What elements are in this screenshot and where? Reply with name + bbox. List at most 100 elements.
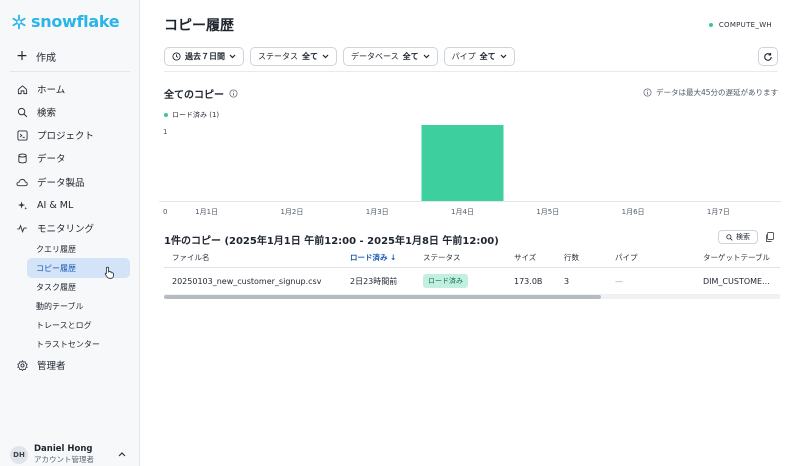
pipe-filter[interactable]: パイプ 全て — [443, 47, 515, 66]
sidebar-subitem-label: トレースとログ — [36, 320, 92, 330]
sidebar-item-data-products[interactable]: データ製品 — [16, 174, 85, 190]
filter-value: 全て — [302, 52, 318, 61]
chevron-down-icon — [229, 54, 236, 59]
filter-value: 過去７日間 — [185, 52, 225, 61]
status-badge: ロード済み — [423, 274, 468, 288]
column-header-file-name[interactable]: ファイル名 — [172, 248, 210, 267]
cell-size: 173.0B — [514, 276, 543, 286]
sidebar-item-label: ホーム — [37, 85, 66, 96]
legend-label: ロード済み (1) — [172, 111, 220, 119]
chart-section-title: 全てのコピー — [164, 86, 238, 101]
sidebar-subitem-dynamic-tables[interactable]: 動的テーブル — [27, 296, 130, 316]
code-icon — [16, 129, 28, 141]
x-tick-label: 1月3日 — [366, 208, 389, 216]
sidebar-subitem-label: トラストセンター — [36, 339, 100, 349]
delay-note-text: データは最大45分の遅延があります — [655, 88, 778, 97]
sidebar-subitem-query-history[interactable]: クエリ履歴 — [27, 239, 130, 259]
home-icon — [16, 83, 28, 95]
sidebar-item-label: 検索 — [37, 108, 57, 119]
sidebar-item-monitoring[interactable]: モニタリング — [16, 220, 94, 236]
search-label: 検索 — [736, 233, 750, 241]
sidebar-item-data[interactable]: データ — [16, 150, 66, 166]
sidebar-item-projects[interactable]: プロジェクト — [16, 127, 94, 143]
status-filter[interactable]: ステータス 全て — [250, 47, 337, 66]
sidebar-subitem-trust-center[interactable]: トラストセンター — [27, 334, 130, 354]
chevron-down-icon — [500, 54, 507, 59]
database-filter[interactable]: データベース 全て — [343, 47, 438, 66]
sidebar-subitem-task-history[interactable]: タスク履歴 — [27, 277, 130, 297]
plus-icon: + — [16, 48, 28, 64]
x-tick-label: 1月5日 — [536, 208, 559, 216]
sidebar-item-ai-ml[interactable]: AI & ML — [16, 197, 73, 213]
filter-label: ステータス — [258, 52, 298, 61]
y-tick-label: 0 — [163, 208, 167, 216]
column-header-size[interactable]: サイズ — [514, 248, 536, 267]
sidebar-item-search[interactable]: 検索 — [16, 104, 56, 120]
sidebar-item-home[interactable]: ホーム — [16, 81, 65, 97]
table-horizontal-scrollbar[interactable] — [164, 295, 780, 299]
sidebar-subitem-traces-logs[interactable]: トレースとログ — [27, 315, 130, 335]
sidebar-item-label: AI & ML — [37, 199, 74, 211]
sidebar-item-label: モニタリング — [37, 224, 95, 235]
search-icon — [726, 233, 733, 241]
database-icon — [16, 152, 28, 164]
sidebar: snowflake + 作成 ホーム 検索 プロジェクト データ データ製品 A… — [0, 0, 140, 466]
chevron-down-icon — [322, 54, 329, 59]
main-content: コピー履歴 COMPUTE_WH 過去７日間 ステータス 全て データベース 全… — [141, 0, 800, 466]
chart-legend[interactable]: ロード済み (1) — [164, 110, 219, 120]
column-header-status[interactable]: ステータス — [423, 248, 461, 267]
sidebar-subitem-label: タスク履歴 — [36, 282, 76, 292]
filter-bar: 過去７日間 ステータス 全て データベース 全て パイプ 全て — [164, 47, 515, 66]
filter-value: 全て — [479, 52, 496, 61]
user-profile[interactable]: DH Daniel Hong アカウント管理者 — [10, 444, 94, 465]
sidebar-item-label: データ製品 — [37, 178, 85, 189]
refresh-icon — [764, 52, 772, 61]
clock-icon — [172, 52, 181, 61]
sidebar-item-label: データ — [37, 154, 66, 165]
cell-loaded: 2日23時間前 — [350, 276, 398, 286]
column-header-pipe[interactable]: パイプ — [615, 248, 638, 267]
copy-icon[interactable] — [765, 232, 774, 242]
create-label: 作成 — [36, 52, 56, 64]
avatar: DH — [10, 445, 28, 464]
x-tick-label: 1月1日 — [195, 208, 218, 216]
refresh-button[interactable] — [758, 47, 778, 66]
filter-value: 全て — [402, 52, 419, 61]
copies-title: 1件のコピー (2025年1月1日 午前12:00 - 2025年1月8日 午前… — [164, 236, 499, 247]
user-info: Daniel Hong アカウント管理者 — [34, 444, 94, 465]
warehouse-selector[interactable]: COMPUTE_WH — [708, 21, 772, 29]
user-role: アカウント管理者 — [34, 455, 94, 464]
y-tick-label: 1 — [163, 128, 167, 136]
cell-rows: 3 — [564, 276, 570, 286]
bar-1月4日[interactable] — [421, 125, 504, 201]
sparkle-icon — [16, 199, 28, 211]
sidebar-subitem-label: コピー履歴 — [36, 263, 76, 273]
sidebar-item-admin[interactable]: 管理者 — [16, 357, 66, 373]
column-header-rows[interactable]: 行数 — [564, 248, 579, 267]
chevron-up-icon[interactable] — [118, 451, 126, 457]
snowflake-logo[interactable]: snowflake — [11, 12, 120, 31]
create-button[interactable]: + 作成 — [16, 48, 56, 64]
table-header: ファイル名 ロード済み ↓ ステータス サイズ 行数 パイプ ターゲットテーブル — [164, 248, 780, 268]
cell-status: ロード済み — [423, 268, 468, 294]
info-icon[interactable] — [229, 89, 238, 98]
warehouse-status-dot — [708, 23, 713, 27]
activity-icon — [16, 222, 28, 234]
snowflake-logo-icon — [12, 14, 26, 29]
filter-label: データベース — [351, 52, 399, 61]
legend-swatch — [164, 113, 168, 117]
sidebar-item-label: 管理者 — [37, 361, 66, 372]
column-header-loaded[interactable]: ロード済み ↓ — [350, 248, 396, 267]
date-range-filter[interactable]: 過去７日間 — [164, 47, 244, 66]
logo-text: snowflake — [31, 12, 120, 31]
table-search-button[interactable]: 検索 — [718, 230, 758, 244]
scrollbar-thumb[interactable] — [164, 295, 601, 299]
search-icon — [16, 106, 28, 118]
cell-file-name: 20250103_new_customer_signup.csv — [172, 276, 322, 286]
gear-icon — [16, 359, 28, 371]
copies-bar-chart: 0 1 1月1日 1月2日 1月3日 1月4日 1月5日 1月6日 1月7日 — [159, 125, 781, 216]
table-row[interactable]: 20250103_new_customer_signup.csv 2日23時間前… — [164, 268, 780, 295]
user-name: Daniel Hong — [34, 444, 93, 454]
header-divider — [164, 71, 778, 72]
column-header-target-table[interactable]: ターゲットテーブル — [703, 248, 770, 267]
